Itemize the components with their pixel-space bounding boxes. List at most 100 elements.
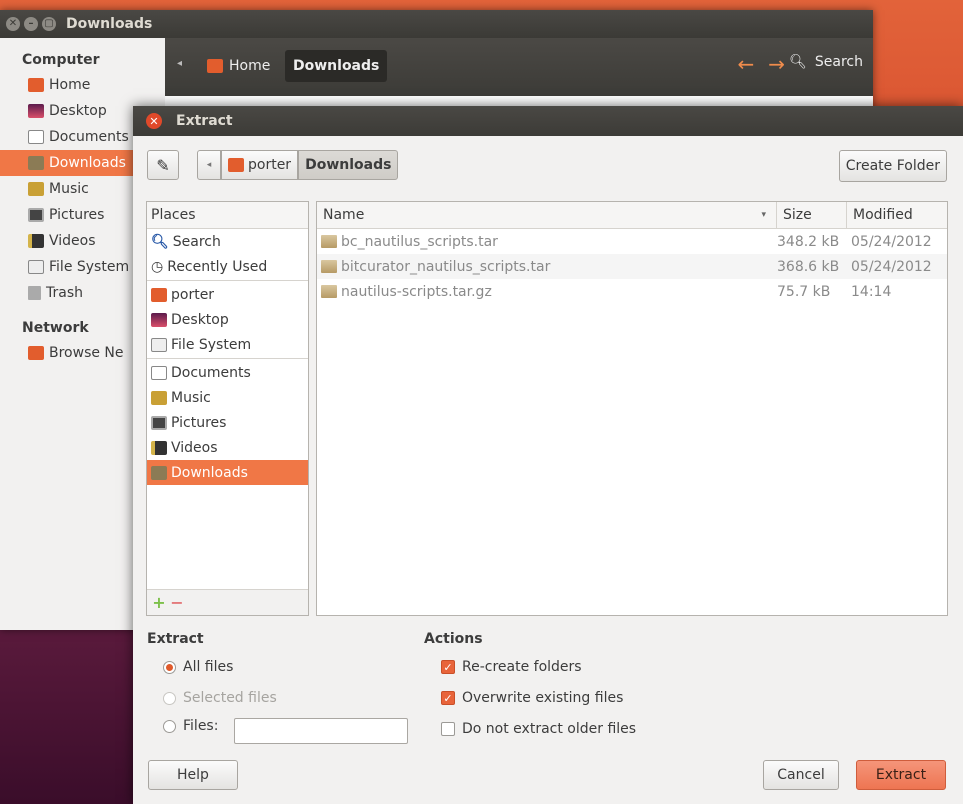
option-label: Re-create folders xyxy=(462,659,582,675)
place-label: Desktop xyxy=(171,311,229,328)
option-label: All files xyxy=(183,659,234,675)
search-icon: 🔍︎ xyxy=(789,54,807,70)
places-header[interactable]: Places xyxy=(147,202,308,229)
documents-icon xyxy=(28,130,44,144)
option-label: Files: xyxy=(183,718,219,734)
place-recently-used[interactable]: ◷ Recently Used xyxy=(147,254,308,279)
table-row[interactable]: nautilus-scripts.tar.gz 75.7 kB 14:14 xyxy=(317,279,947,304)
filesystem-icon xyxy=(151,337,167,352)
column-header-modified[interactable]: Modified xyxy=(847,202,947,228)
path-button-porter[interactable]: porter xyxy=(221,150,299,180)
place-downloads[interactable]: Downloads xyxy=(147,460,308,485)
file-modified: 05/24/2012 xyxy=(851,258,932,275)
downloads-icon xyxy=(151,465,167,480)
forward-arrow-icon[interactable]: → xyxy=(768,52,785,76)
selected-files-radio[interactable]: Selected files xyxy=(163,690,277,706)
cancel-button[interactable]: Cancel xyxy=(763,760,839,790)
add-bookmark-button[interactable]: + xyxy=(151,593,167,612)
sidebar-item-home[interactable]: Home xyxy=(0,72,165,98)
place-label: Music xyxy=(171,389,211,406)
table-row[interactable]: bc_nautilus_scripts.tar 348.2 kB 05/24/2… xyxy=(317,229,947,254)
do-not-extract-older-checkbox[interactable]: Do not extract older files xyxy=(441,721,636,737)
radio-indicator xyxy=(163,691,176,705)
checkbox-indicator: ✓ xyxy=(441,660,455,674)
close-icon[interactable]: ✕ xyxy=(146,113,162,129)
search-button[interactable]: 🔍︎ Search xyxy=(789,54,863,70)
recreate-folders-checkbox[interactable]: ✓ Re-create folders xyxy=(441,659,582,675)
minimize-icon[interactable]: – xyxy=(24,17,38,31)
table-row[interactable]: bitcurator_nautilus_scripts.tar 368.6 kB… xyxy=(317,254,947,279)
radio-indicator xyxy=(163,719,176,733)
place-label: File System xyxy=(171,336,252,353)
breadcrumb-label: Home xyxy=(229,58,271,74)
remove-bookmark-button[interactable]: − xyxy=(169,593,185,612)
dialog-title: Extract xyxy=(176,113,233,129)
breadcrumb-left-arrow-icon[interactable]: ◂ xyxy=(177,58,182,69)
place-documents[interactable]: Documents xyxy=(147,360,308,385)
close-icon[interactable]: ✕ xyxy=(6,17,20,31)
place-desktop[interactable]: Desktop xyxy=(147,307,308,332)
pencil-icon: ✎ xyxy=(156,155,170,175)
archive-icon xyxy=(321,235,337,248)
file-modified: 14:14 xyxy=(851,283,892,300)
place-label: Recently Used xyxy=(167,258,268,275)
files-pattern-radio[interactable]: Files: xyxy=(163,718,218,734)
type-location-button[interactable]: ✎ xyxy=(147,150,179,180)
sort-descending-icon: ▾ xyxy=(761,210,766,220)
sidebar-item-label: Desktop xyxy=(49,103,107,119)
maximize-icon[interactable]: ▢ xyxy=(42,17,56,31)
plus-icon: + xyxy=(152,593,166,612)
place-music[interactable]: Music xyxy=(147,385,308,410)
file-size: 348.2 kB xyxy=(777,233,840,250)
search-label: Search xyxy=(814,54,863,70)
place-search[interactable]: 🔍︎ Search xyxy=(147,229,308,254)
overwrite-existing-checkbox[interactable]: ✓ Overwrite existing files xyxy=(441,690,623,706)
column-header-size[interactable]: Size xyxy=(777,202,847,228)
breadcrumb-downloads[interactable]: Downloads xyxy=(285,50,388,82)
extract-button[interactable]: Extract xyxy=(856,760,946,790)
file-list: Name ▾ Size Modified bc_nautilus_scripts.… xyxy=(316,201,948,616)
sidebar-item-label: Browse Ne xyxy=(49,345,124,361)
chevron-left-icon: ◂ xyxy=(206,160,212,170)
actions-section-title: Actions xyxy=(424,631,483,647)
sidebar-item-label: Videos xyxy=(49,233,96,249)
desktop-icon xyxy=(151,312,167,327)
pictures-icon xyxy=(28,208,44,222)
home-icon xyxy=(228,158,244,172)
place-label: Search xyxy=(172,233,221,250)
path-scroll-left-button[interactable]: ◂ xyxy=(197,150,221,180)
places-footer: + − xyxy=(147,589,308,615)
place-label: porter xyxy=(171,286,215,303)
sidebar-item-label: Home xyxy=(49,77,91,93)
videos-icon xyxy=(151,440,167,455)
home-icon xyxy=(207,59,223,73)
file-manager-title: Downloads xyxy=(66,16,153,32)
help-button[interactable]: Help xyxy=(148,760,238,790)
path-button-downloads[interactable]: Downloads xyxy=(298,150,399,180)
place-file-system[interactable]: File System xyxy=(147,332,308,357)
place-porter[interactable]: porter xyxy=(147,282,308,307)
place-label: Documents xyxy=(171,364,251,381)
back-arrow-icon[interactable]: ← xyxy=(737,52,754,76)
downloads-icon xyxy=(28,156,44,170)
pictures-icon xyxy=(151,415,167,430)
breadcrumb-home[interactable]: Home xyxy=(199,50,278,82)
videos-icon xyxy=(28,234,44,248)
column-header-name[interactable]: Name ▾ xyxy=(317,202,777,228)
sidebar-heading-computer: Computer xyxy=(22,52,100,68)
create-folder-button[interactable]: Create Folder xyxy=(838,150,947,182)
option-label: Do not extract older files xyxy=(462,721,637,737)
home-icon xyxy=(151,287,167,302)
sidebar-item-label: Pictures xyxy=(49,207,105,223)
sidebar-item-label: Documents xyxy=(49,129,129,145)
desktop-icon xyxy=(28,104,44,118)
files-pattern-input[interactable] xyxy=(234,718,408,744)
radio-indicator xyxy=(163,660,176,674)
path-button-label: Downloads xyxy=(305,157,392,173)
column-label: Name xyxy=(323,207,365,223)
all-files-radio[interactable]: All files xyxy=(163,659,233,675)
place-pictures[interactable]: Pictures xyxy=(147,410,308,435)
home-icon xyxy=(28,78,44,92)
place-videos[interactable]: Videos xyxy=(147,435,308,460)
option-label: Overwrite existing files xyxy=(462,690,624,706)
